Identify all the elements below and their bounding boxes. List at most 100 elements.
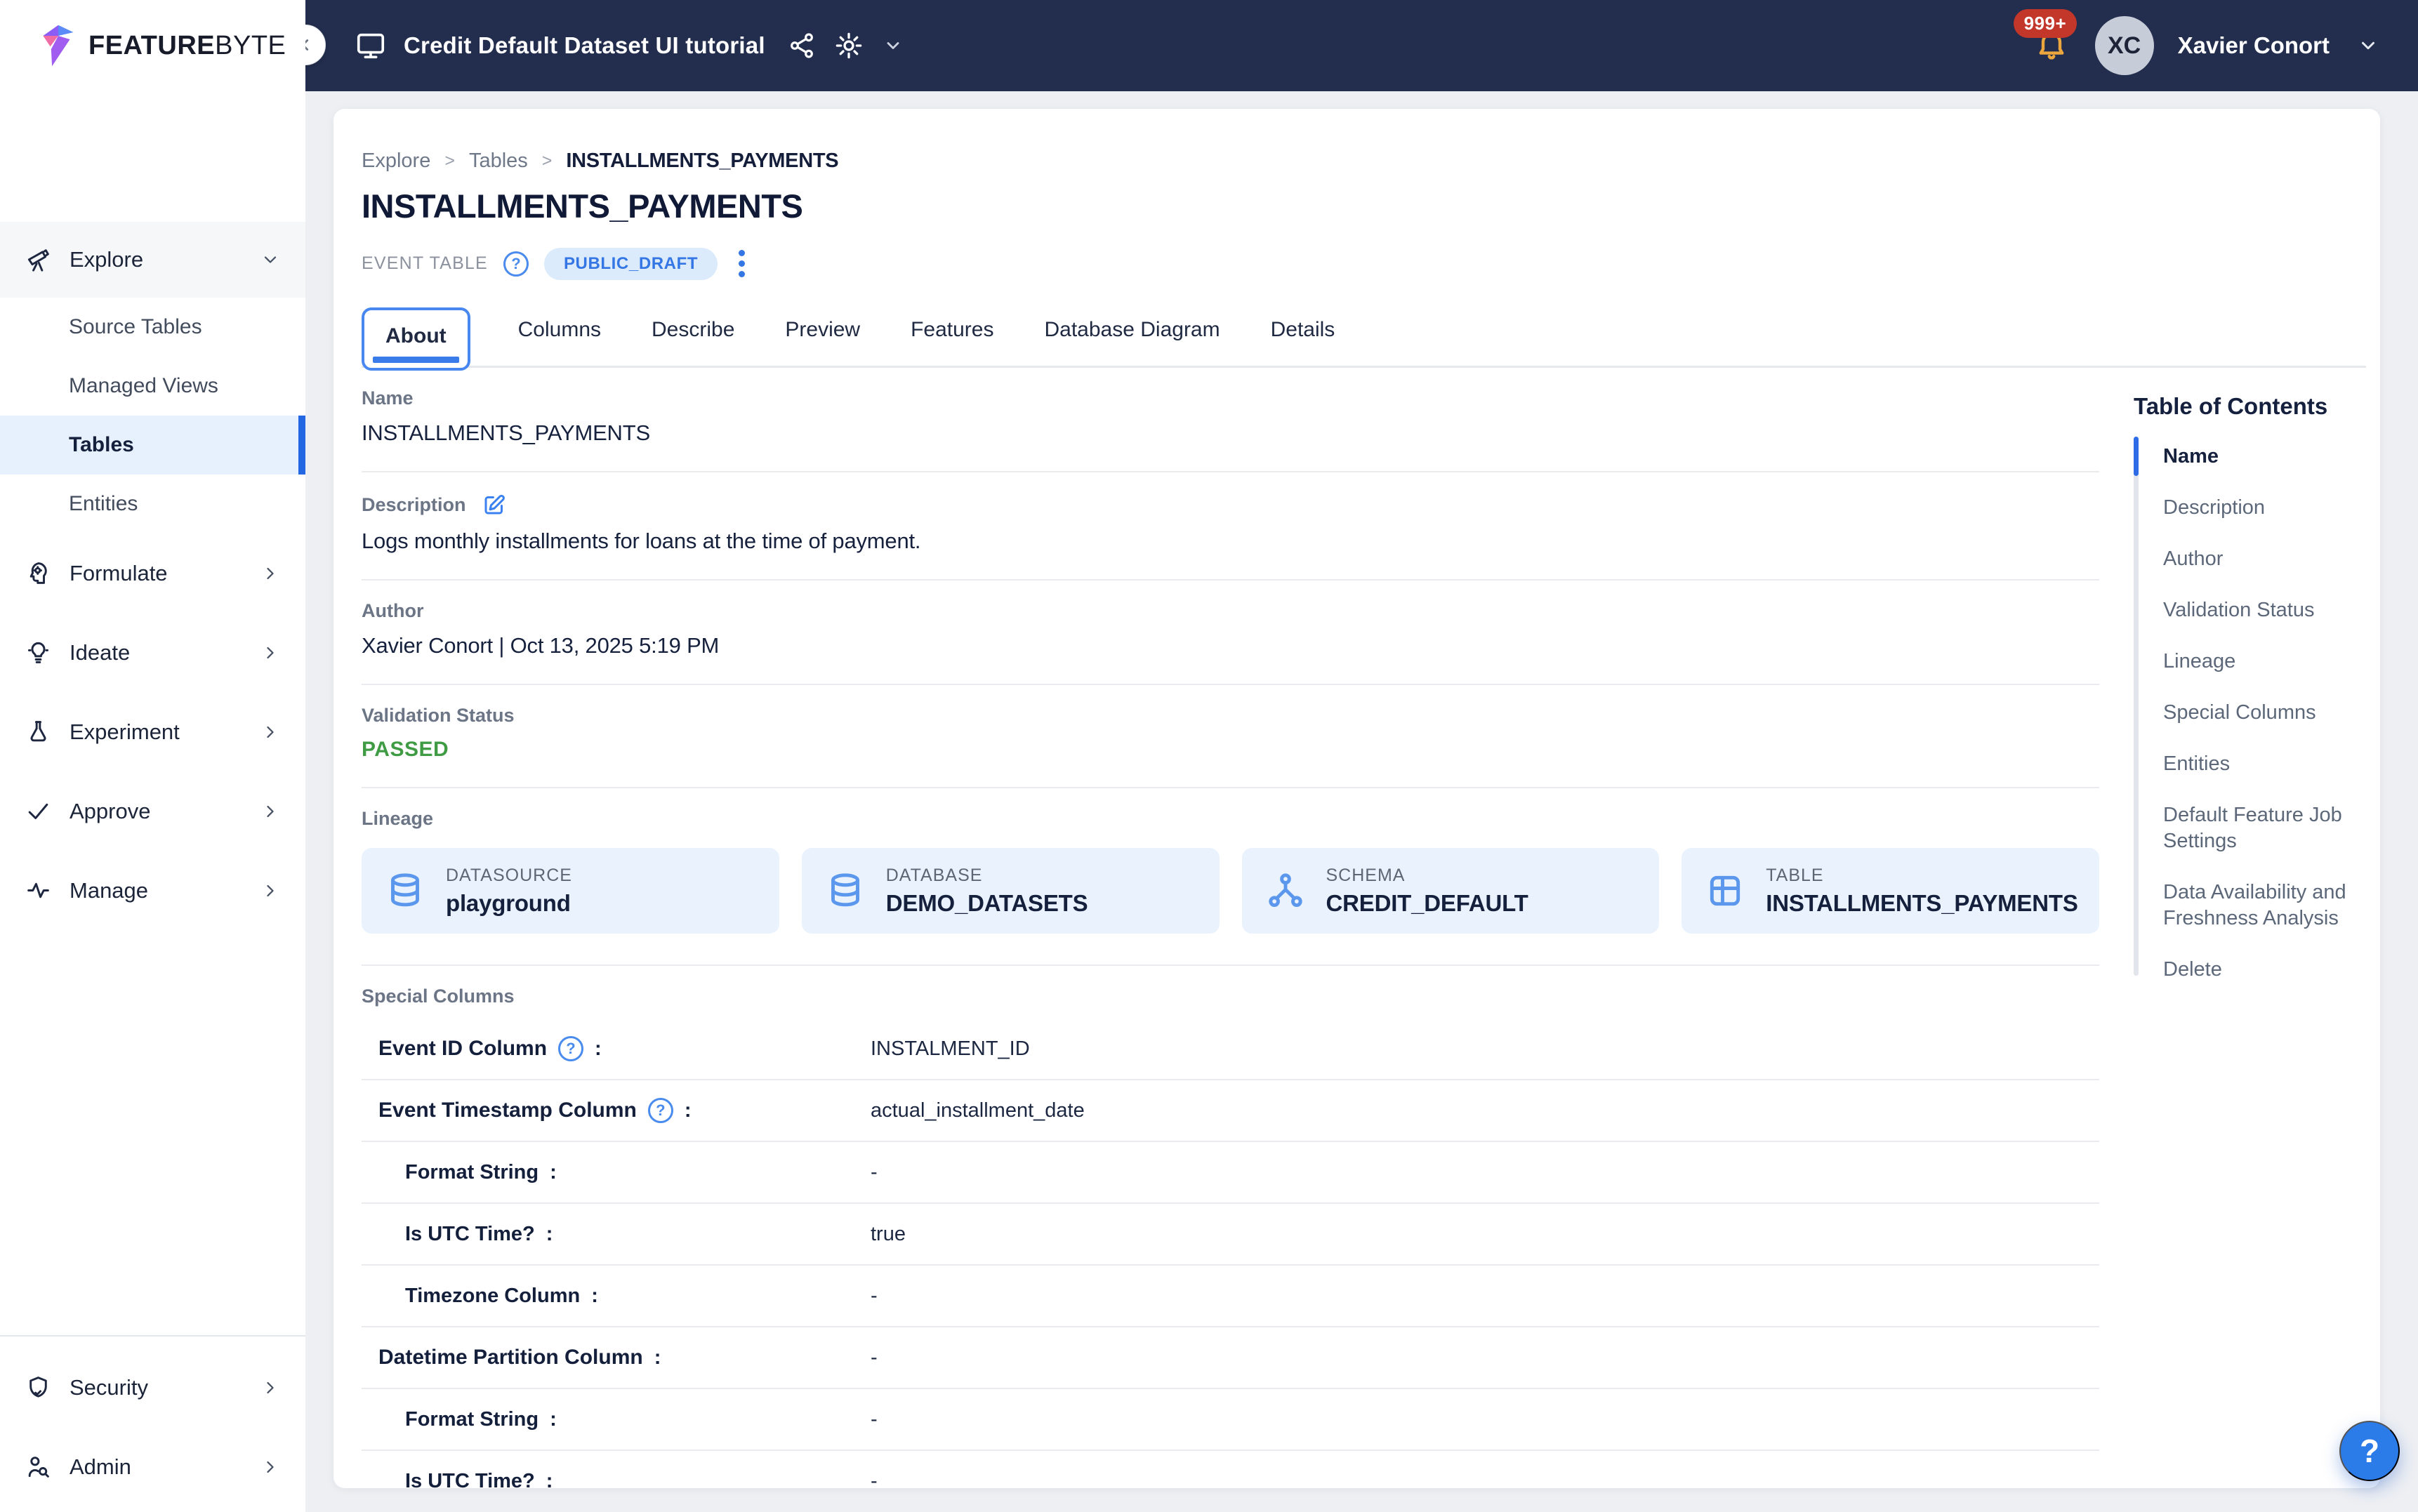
row-label-group: Is UTC Time? : [362,1470,553,1488]
sidebar-group-ideate[interactable]: Ideate [0,613,305,692]
sidebar: FEATUREBYTE Explore Source Tables Manage… [0,0,305,1512]
toc-item-special-columns[interactable]: Special Columns [2134,700,2366,726]
lineage-cards: DATASOURCE playground DATABASE DEMO_DATA… [362,848,2099,939]
row-label: Is UTC Time? [405,1469,535,1488]
row-label-group: Event Timestamp Column ? : [362,1098,692,1124]
lineage-card-database[interactable]: DATABASE DEMO_DATASETS [801,848,1220,934]
sidebar-item-label: Admin [70,1454,131,1479]
row-value: true [871,1222,906,1245]
author-value: Xavier Conort | Oct 13, 2025 5:19 PM [362,633,720,658]
sidebar-group-experiment[interactable]: Experiment [0,692,305,771]
sidebar-group-label: Approve [70,798,151,823]
chevron-right-icon [267,567,274,579]
breadcrumb-separator: > [541,151,553,171]
tab-columns[interactable]: Columns [515,318,604,366]
tab-features[interactable]: Features [908,318,996,366]
table-row-event-timestamp-column: Event Timestamp Column ? : actual_instal… [362,1080,2099,1143]
sidebar-group-manage[interactable]: Manage [0,851,305,930]
section-description: Description Logs monthly installments fo… [362,472,2099,581]
toc-item-description[interactable]: Description [2134,495,2366,521]
sidebar-group-approve[interactable]: Approve [0,771,305,851]
main-content: Explore > Tables > INSTALLMENTS_PAYMENTS… [305,91,2418,1512]
tab-preview[interactable]: Preview [782,318,863,366]
sidebar-item-security[interactable]: Security [0,1348,305,1427]
toc-item-validation-status[interactable]: Validation Status [2134,597,2366,623]
tab-about[interactable]: About [362,307,470,371]
kebab-menu-icon[interactable] [736,247,748,280]
lineage-value: DEMO_DATASETS [885,889,1088,916]
sidebar-group-formulate[interactable]: Formulate [0,533,305,613]
lineage-card-schema[interactable]: SCHEMA CREDIT_DEFAULT [1241,848,1660,934]
avatar[interactable]: XC [2094,16,2154,75]
table-row-datetime-partition-column: Datetime Partition Column : - [362,1327,2099,1390]
toc-item-delete[interactable]: Delete [2134,957,2366,983]
table-row-timezone-column: Timezone Column : - [362,1266,2099,1328]
toc-item-lineage[interactable]: Lineage [2134,649,2366,675]
gear-icon[interactable] [834,31,864,60]
section-lineage: Lineage DATASOURCE playground DATABASE D… [362,788,2099,967]
row-value: - [871,1160,878,1183]
notifications-button[interactable]: 999+ [2013,8,2077,65]
section-label: Author [362,600,424,622]
topbar-user-area: 999+ XC Xavier Conort [2013,8,2418,75]
tab-database-diagram[interactable]: Database Diagram [1041,318,1222,366]
section-label: Validation Status [362,705,515,727]
row-label-group: Timezone Column : [362,1285,598,1308]
page-title: INSTALLMENTS_PAYMENTS [362,187,803,225]
chevron-down-icon[interactable] [2358,35,2379,56]
sidebar-group-label: Ideate [70,639,131,665]
edit-pencil-icon[interactable] [482,492,507,517]
toc-item-author[interactable]: Author [2134,546,2366,572]
toc-item-entities[interactable]: Entities [2134,751,2366,777]
help-icon[interactable]: ? [647,1098,673,1124]
head-gear-icon [29,562,47,584]
user-name: Xavier Conort [2177,32,2330,58]
sidebar-item-managed-views[interactable]: Managed Views [0,357,305,416]
section-label: Lineage [362,808,434,830]
lineage-card-datasource[interactable]: DATASOURCE playground [362,848,779,934]
breadcrumb-tables[interactable]: Tables [469,150,528,173]
tab-describe[interactable]: Describe [649,318,737,366]
tab-details[interactable]: Details [1268,318,1338,366]
sidebar-item-source-tables[interactable]: Source Tables [0,298,305,357]
help-icon[interactable]: ? [558,1036,584,1062]
toc-item-name[interactable]: Name [2134,437,2366,477]
sidebar-item-label: Tables [69,433,134,456]
help-button[interactable]: ? [2339,1421,2400,1481]
breadcrumb-explore[interactable]: Explore [362,150,430,173]
chevron-down-icon[interactable] [883,36,903,55]
breadcrumb-separator: > [444,151,455,171]
chevron-right-icon [267,805,274,817]
share-icon[interactable] [788,32,816,60]
colon: : [550,1160,557,1183]
sidebar-group-explore[interactable]: Explore [0,222,305,298]
row-label-group: Format String : [362,1408,557,1431]
question-glyph: ? [656,1101,666,1120]
sidebar-item-admin[interactable]: Admin [0,1427,305,1506]
table-icon [1710,876,1740,906]
row-label: Event ID Column [378,1037,548,1061]
sidebar-group-label: Manage [70,877,149,903]
sidebar-item-entities[interactable]: Entities [0,475,305,533]
toc-item-data-availability[interactable]: Data Availability and Freshness Analysis [2134,880,2366,931]
notification-count-badge: 999+ [2013,8,2077,38]
brand-logo[interactable]: FEATUREBYTE [0,0,305,91]
lineage-card-text: TABLE INSTALLMENTS_PAYMENTS [1766,866,2078,917]
schema-icon [1268,873,1302,908]
question-glyph: ? [511,254,521,272]
validation-status-value: PASSED [362,738,449,762]
lineage-card-text: DATASOURCE playground [446,866,572,917]
toc-item-default-feature-job-settings[interactable]: Default Feature Job Settings [2134,802,2366,854]
lineage-type: SCHEMA [1326,865,1406,885]
avatar-initials: XC [2107,32,2141,59]
sidebar-item-label: Managed Views [69,374,218,397]
colon: : [595,1037,602,1060]
section-name: Name INSTALLMENTS_PAYMENTS [362,368,2099,473]
type-help-icon[interactable]: ? [503,251,529,277]
table-row-format-string: Format String : - [362,1142,2099,1205]
lineage-card-table[interactable]: TABLE INSTALLMENTS_PAYMENTS [1682,848,2099,934]
monitor-icon [357,33,385,59]
toc-list: Name Description Author Validation Statu… [2134,437,2366,983]
about-tab-content: Name INSTALLMENTS_PAYMENTS Description L… [362,368,2366,1488]
sidebar-item-tables[interactable]: Tables [0,416,305,475]
